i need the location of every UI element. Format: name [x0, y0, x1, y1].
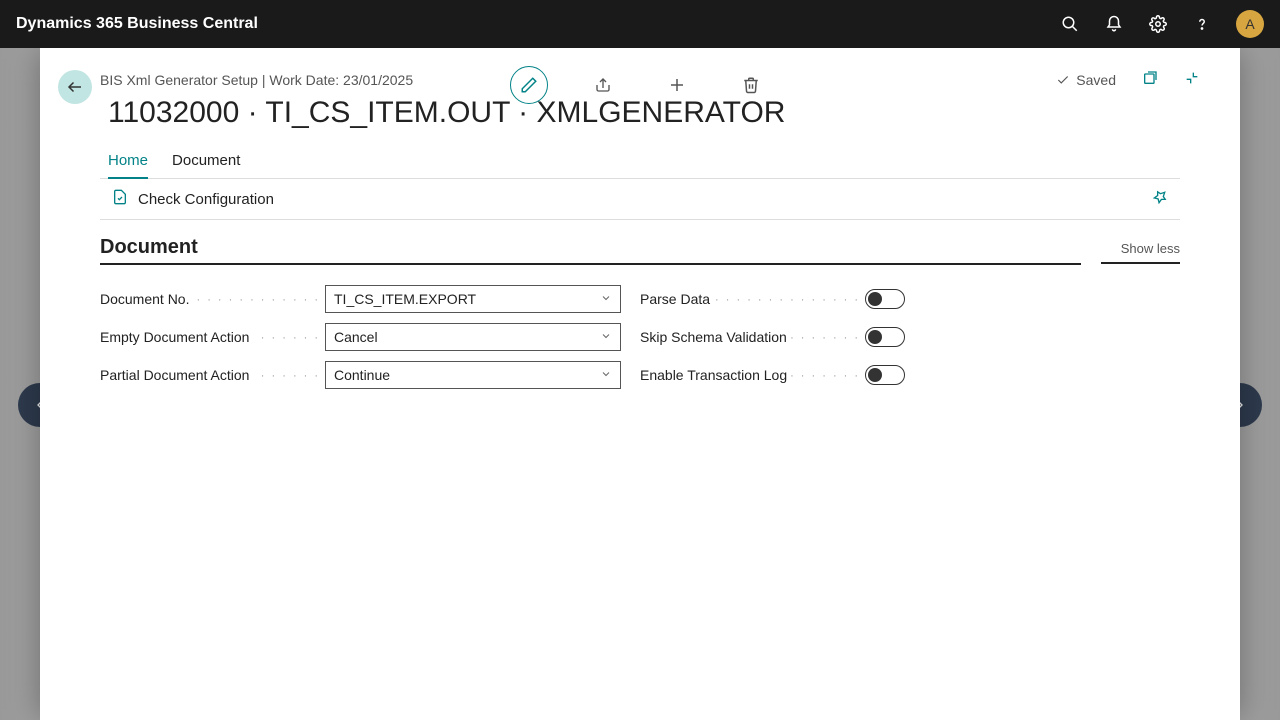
topbar-actions: A [1060, 10, 1264, 38]
open-new-window-icon[interactable] [1142, 70, 1158, 89]
notification-icon[interactable] [1104, 14, 1124, 34]
breadcrumb: BIS Xml Generator Setup | Work Date: 23/… [100, 72, 1180, 88]
show-less-link[interactable]: Show less [1101, 241, 1180, 264]
check-configuration-label: Check Configuration [138, 191, 274, 208]
saved-indicator: Saved [1056, 72, 1116, 88]
collapse-icon[interactable] [1184, 70, 1200, 89]
avatar[interactable]: A [1236, 10, 1264, 38]
back-button[interactable] [58, 70, 92, 104]
document-no-row: Document No. TI_CS_ITEM.EXPORT [100, 285, 640, 313]
header-right-actions: Saved [1056, 70, 1200, 89]
gear-icon[interactable] [1148, 14, 1168, 34]
enable-txn-label: Enable Transaction Log [640, 367, 791, 383]
partial-doc-action-row: Partial Document Action Continue [100, 361, 640, 389]
skip-schema-row: Skip Schema Validation [640, 323, 1180, 351]
chevron-down-icon [600, 329, 612, 345]
empty-doc-action-value: Cancel [334, 329, 378, 345]
help-icon[interactable] [1192, 14, 1212, 34]
new-button[interactable] [658, 66, 696, 104]
parse-data-toggle[interactable] [865, 289, 905, 309]
chevron-down-icon [600, 367, 612, 383]
document-section-header: Document Show less [100, 236, 1180, 265]
empty-doc-action-row: Empty Document Action Cancel [100, 323, 640, 351]
partial-doc-action-value: Continue [334, 367, 390, 383]
enable-txn-row: Enable Transaction Log [640, 361, 1180, 389]
empty-doc-action-select[interactable]: Cancel [325, 323, 621, 351]
app-title: Dynamics 365 Business Central [16, 15, 258, 33]
pin-icon[interactable] [1152, 189, 1168, 209]
document-check-icon [112, 189, 128, 209]
share-button[interactable] [584, 66, 622, 104]
record-card: Saved BIS Xml Generator Setup | Work Dat… [40, 48, 1240, 720]
parse-data-row: Parse Data [640, 285, 1180, 313]
edit-button[interactable] [510, 66, 548, 104]
check-configuration-action[interactable]: Check Configuration [112, 189, 274, 209]
tab-document[interactable]: Document [172, 152, 240, 178]
skip-schema-toggle[interactable] [865, 327, 905, 347]
top-navigation-bar: Dynamics 365 Business Central A [0, 0, 1280, 48]
form-grid: Document No. TI_CS_ITEM.EXPORT Parse Dat… [100, 285, 1180, 389]
partial-doc-action-select[interactable]: Continue [325, 361, 621, 389]
saved-label: Saved [1076, 72, 1116, 88]
enable-txn-toggle[interactable] [865, 365, 905, 385]
section-title: Document [100, 236, 1081, 265]
document-no-value: TI_CS_ITEM.EXPORT [334, 291, 476, 307]
document-no-label: Document No. [100, 291, 193, 307]
document-no-select[interactable]: TI_CS_ITEM.EXPORT [325, 285, 621, 313]
search-icon[interactable] [1060, 14, 1080, 34]
chevron-down-icon [600, 291, 612, 307]
page-title: 11032000 · TI_CS_ITEM.OUT · XMLGENERATOR [100, 96, 1180, 130]
stage-background: Saved BIS Xml Generator Setup | Work Dat… [0, 48, 1280, 720]
action-bar: Check Configuration [100, 179, 1180, 220]
tab-bar: Home Document [100, 152, 1180, 179]
skip-schema-label: Skip Schema Validation [640, 329, 791, 345]
empty-doc-action-label: Empty Document Action [100, 329, 253, 345]
parse-data-label: Parse Data [640, 291, 714, 307]
tab-home[interactable]: Home [108, 152, 148, 179]
delete-button[interactable] [732, 66, 770, 104]
partial-doc-action-label: Partial Document Action [100, 367, 253, 383]
